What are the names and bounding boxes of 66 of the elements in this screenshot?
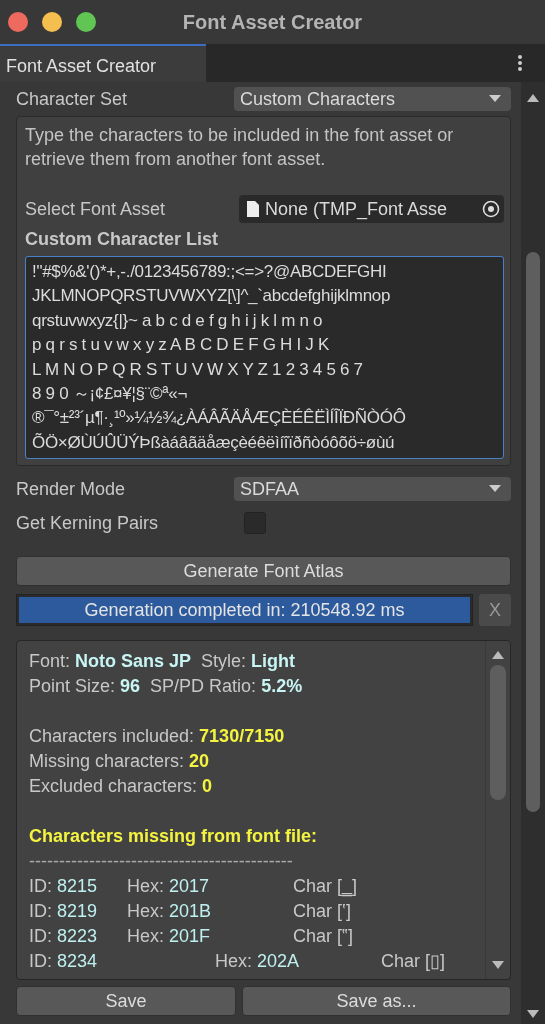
field-label: Character Set — [16, 88, 129, 110]
help-text: Type the characters to be included in the font asset or retrieve them from another font asset. — [25, 124, 455, 171]
char-text: Char [‛] — [293, 900, 352, 924]
minimize-window-icon[interactable] — [42, 12, 62, 32]
id-label: ID: — [29, 951, 52, 972]
generate-button[interactable]: Generate Font Atlas — [16, 556, 511, 587]
hex-value: 201B — [169, 901, 212, 922]
section-label: Custom Character List — [25, 229, 220, 250]
count-value: 20 — [189, 751, 210, 772]
tab[interactable]: Font Asset Creator — [0, 44, 206, 82]
clear-button[interactable]: X — [479, 594, 511, 627]
hex-label: Hex: — [127, 876, 164, 897]
maximize-window-icon[interactable] — [76, 12, 96, 32]
id-value: 8215 — [57, 876, 98, 897]
info-value: 5.2% — [261, 676, 303, 697]
font-asset-field[interactable]: None (TMP_Font Asse — [239, 195, 504, 223]
count-label: Missing characters: — [29, 751, 185, 772]
divider-text: -------------------------------------------- — [29, 850, 294, 874]
close-window-icon[interactable] — [8, 12, 28, 32]
scroll-down-icon[interactable] — [492, 961, 504, 970]
info-label: Font: — [29, 651, 71, 672]
field-label: Get Kerning Pairs — [16, 512, 160, 534]
char-text: Char [‗] — [293, 875, 357, 899]
id-label: ID: — [29, 926, 52, 947]
char-text: Char [▯] — [381, 950, 446, 974]
count-value: 7130/7150 — [199, 726, 285, 747]
save-button[interactable]: Save — [16, 986, 236, 1017]
character-list-field[interactable]: !"#$%&'()*+,-./0123456789:;<=>?@ABCDEFGHI JKLMNOPQRSTUVWXYZ[\]^_`abcdefghijklmnop qrstuvwxyz{|}~ a b c d e f g h i j k l m n o p q r s t u v w x y z A B C D E F G H I J K L M N O P Q R S T U V W X Y Z 1 2 3 4 5 6 7 8 9 0 ～¡¢£¤¥¦§¨©ª«¬ ®¯°±²³´µ¶·¸¹º»¼½¾¿ÀÁÂÃÄÅÆÇÈÉÊËÌÍÎÏÐÑÒÓÔ ÕÖ×ØÙÚÛÜÝÞßàáâãäåæçèéêëìíîïðñòóôõö÷øùú — [25, 256, 504, 460]
count-label: Characters included: — [29, 726, 195, 747]
id-label: ID: — [29, 876, 52, 897]
caret-icon — [489, 95, 501, 103]
field-label: Render Mode — [16, 478, 127, 500]
info-value: 96 — [120, 676, 141, 697]
info-label: SP/PD Ratio: — [150, 676, 257, 697]
info-value: Light — [251, 651, 296, 672]
scroll-down-icon[interactable] — [527, 1010, 539, 1018]
file-icon — [247, 201, 259, 217]
id-label: ID: — [29, 901, 52, 922]
scroll-up-icon[interactable] — [527, 94, 539, 102]
hex-label: Hex: — [127, 901, 164, 922]
id-value: 8219 — [57, 901, 98, 922]
field-label: Select Font Asset — [25, 198, 167, 220]
caret-icon — [489, 485, 501, 494]
hex-label: Hex: — [215, 951, 252, 972]
save-button[interactable]: Save as... — [242, 986, 511, 1017]
more-menu-icon[interactable] — [517, 54, 523, 72]
count-value: 0 — [202, 776, 213, 797]
progress-text: Generation completed in: 210548.92 ms — [83, 599, 406, 623]
object-picker-icon[interactable] — [482, 200, 500, 218]
character-set-dropdown[interactable]: Custom Characters — [234, 87, 511, 111]
render-mode-dropdown[interactable]: SDFAA — [234, 477, 511, 502]
count-label: Excluded characters: — [29, 776, 198, 797]
info-value: Noto Sans JP — [75, 651, 192, 672]
scrollbar[interactable] — [521, 82, 545, 1024]
scroll-up-icon[interactable] — [492, 651, 504, 660]
hex-value: 201F — [169, 926, 211, 947]
id-value: 8223 — [57, 926, 98, 947]
hex-label: Hex: — [127, 926, 164, 947]
hex-value: 2017 — [169, 876, 210, 897]
char-text: Char [‟] — [293, 925, 353, 949]
hex-value: 202A — [257, 951, 300, 972]
id-value: 8234 — [57, 951, 98, 972]
window-title: Font Asset Creator — [182, 10, 363, 34]
info-label: Point Size: — [29, 676, 116, 697]
missing-heading: Characters missing from font file: — [29, 825, 319, 849]
info-label: Style: — [201, 651, 247, 672]
